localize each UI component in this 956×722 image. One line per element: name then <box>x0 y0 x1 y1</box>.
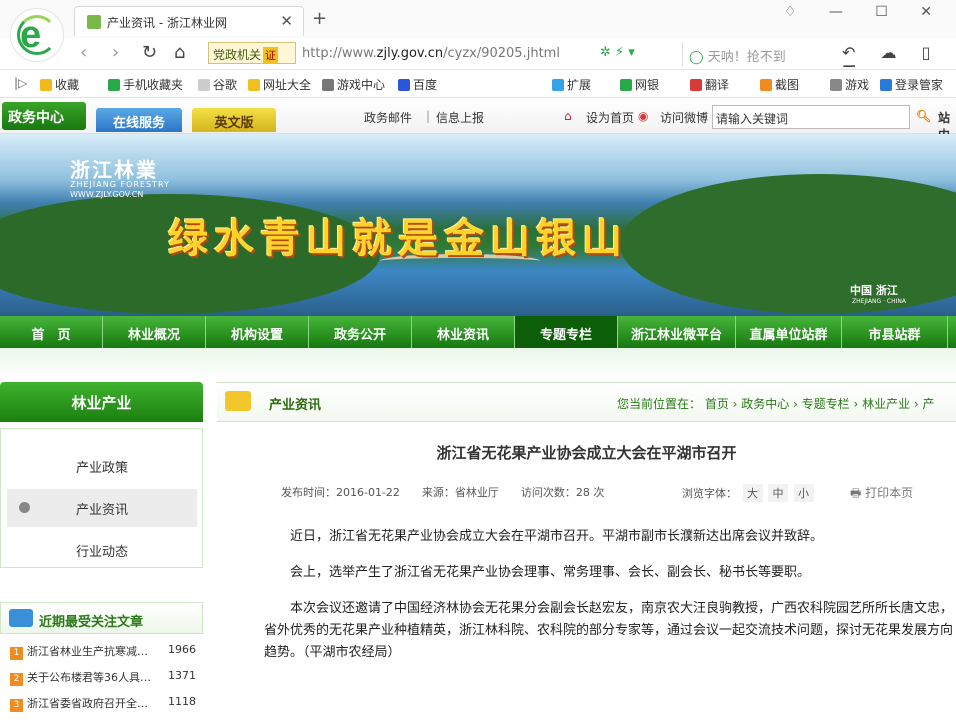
nav-overview[interactable]: 林业概况 <box>103 316 206 348</box>
address-bar: ‹ › ↻ ⌂ 党政机关证 http://www.zjly.gov.cn/cyz… <box>0 38 956 81</box>
english-version-tab[interactable]: 英文版 <box>192 108 276 132</box>
reload-icon[interactable]: ↻ <box>142 42 157 63</box>
sidebar-toggle-icon[interactable]: |▷ <box>14 76 27 90</box>
font-size-controls: 浏览字体： 大 中 小 <box>682 484 814 502</box>
bookmark-6[interactable]: 扩展 <box>552 76 591 93</box>
sidebar-item-news[interactable]: 产业资讯 <box>7 489 197 527</box>
new-tab-button[interactable]: + <box>312 8 327 29</box>
article-title: 浙江省无花果产业协会成立大会在平湖市召开 <box>436 444 737 462</box>
font-large-button[interactable]: 大 <box>742 484 763 502</box>
hot-article[interactable]: 2 关于公布楼君等36人具… 1371 <box>10 669 200 689</box>
hot-article[interactable]: 1 浙江省林业生产抗寒减… 1966 <box>10 643 200 663</box>
gov-mail-link[interactable]: 政务邮件 <box>364 109 412 126</box>
home-icon[interactable]: ⌂ <box>174 42 185 63</box>
nav-home[interactable]: 首 页 <box>0 316 103 348</box>
breadcrumb-bar: 产业资讯 您当前位置在： 首页 › 政务中心 › 专题专栏 › 林业产业 › 产 <box>217 382 956 422</box>
hot-articles-header: 近期最受关注文章 <box>0 602 203 634</box>
site-search-input[interactable]: 请输入关键词 <box>712 105 910 129</box>
bookmark-0[interactable]: 收藏 <box>40 76 79 93</box>
main-nav: 首 页 林业概况 机构设置 政务公开 林业资讯 专题专栏 浙江林业微平台 直属单… <box>0 316 956 348</box>
bookmark-8[interactable]: 翻译 <box>690 76 729 93</box>
bookmark-4[interactable]: 游戏中心 <box>322 76 385 93</box>
bookmark-9[interactable]: 截图 <box>760 76 799 93</box>
tab-title: 产业资讯 - 浙江林业网 <box>107 16 227 30</box>
tab-close-icon[interactable]: ✕ <box>280 12 293 30</box>
browser-tab[interactable]: 产业资讯 - 浙江林业网 ✕ <box>74 6 304 36</box>
weibo-icon: ◉ <box>638 109 649 123</box>
home-icon: ⌂ <box>564 109 572 123</box>
browser-search-input[interactable]: ◯ 天呐！抢不到 <box>682 42 826 66</box>
site-logo-en: ZHEJIANG FORESTRY <box>70 180 170 189</box>
bookmark-7[interactable]: 网银 <box>620 76 659 93</box>
gov-center-tab[interactable]: 政务中心 <box>2 102 86 130</box>
nav-news[interactable]: 林业资讯 <box>412 316 515 348</box>
nav-gov-open[interactable]: 政务公开 <box>309 316 412 348</box>
site-banner: 浙江林業 ZHEJIANG FORESTRY WWW.ZJLY.GOV.CN 绿… <box>0 134 956 316</box>
sidebar-menu: 产业政策 产业资讯 行业动态 <box>0 428 203 568</box>
browser-logo-icon[interactable]: e <box>10 8 64 62</box>
bookmark-5[interactable]: 百度 <box>398 76 437 93</box>
china-zhejiang-en: ZHEJIANG · CHINA <box>852 298 906 305</box>
info-report-link[interactable]: 信息上报 <box>436 109 484 126</box>
sidebar-item-policy[interactable]: 产业政策 <box>7 447 197 485</box>
nav-topics[interactable]: 专题专栏 <box>515 316 618 348</box>
book-icon <box>9 609 33 627</box>
section-title: 产业资讯 <box>269 398 322 413</box>
nav-direct-units[interactable]: 直属单位站群 <box>736 316 842 348</box>
webpage: 政务中心 在线服务 英文版 政务邮件 | 信息上报 ⌂ 设为首页 ◉ 访问微博 … <box>0 98 956 722</box>
search-icon[interactable]: 🔍︎ <box>916 109 931 123</box>
gov-cert-badge[interactable]: 党政机关证 <box>208 42 296 64</box>
set-home-link[interactable]: 设为首页 <box>586 109 634 126</box>
nav-organization[interactable]: 机构设置 <box>206 316 309 348</box>
hot-article[interactable]: 3 浙江省委省政府召开全… 1118 <box>10 695 200 715</box>
browser-tab-bar: e 产业资讯 - 浙江林业网 ✕ + ♢ — ☐ ✕ <box>0 0 956 62</box>
divider: | <box>426 109 431 123</box>
print-button[interactable]: 🖶 打印本页 <box>850 484 913 505</box>
weibo-link[interactable]: 访问微博 <box>660 109 708 126</box>
site-top-nav: 政务中心 在线服务 英文版 政务邮件 | 信息上报 ⌂ 设为首页 ◉ 访问微博 … <box>0 98 956 142</box>
china-zhejiang-logo: 中国 浙江 <box>850 284 898 297</box>
bookmark-2[interactable]: 谷歌 <box>198 76 237 93</box>
nav-city-sites[interactable]: 市县站群 <box>842 316 948 348</box>
bookmark-10[interactable]: 游戏 <box>830 76 869 93</box>
font-small-button[interactable]: 小 <box>793 484 814 502</box>
online-service-tab[interactable]: 在线服务 <box>96 108 182 132</box>
tab-favicon-icon <box>87 15 101 29</box>
section-star-icon <box>225 391 251 411</box>
bookmark-11[interactable]: 登录管家 <box>880 76 943 93</box>
article-paragraph: 近日，浙江省无花果产业协会成立大会在平湖市召开。平湖市副市长濮新达出席会议并致辞… <box>290 529 824 544</box>
article-paragraph: 本次会议还邀请了中国经济林协会无花果分会副会长赵宏友，南京农大汪良驹教授，广西农… <box>264 601 954 660</box>
bookmarks-bar: |▷ 收藏 手机收藏夹 谷歌 网址大全 游戏中心 百度 扩展 网银 翻译 截图 … <box>0 70 956 98</box>
speed-mode-icon[interactable]: ✲ ⚡ ▾ <box>600 45 635 60</box>
bookmark-3[interactable]: 网址大全 <box>248 76 311 93</box>
nav-micro-platform[interactable]: 浙江林业微平台 <box>618 316 736 348</box>
banner-slogan: 绿水青山就是金山银山 <box>168 216 628 262</box>
sidebar-title: 林业产业 <box>0 382 203 422</box>
sub-nav-bar <box>0 348 956 378</box>
breadcrumb[interactable]: 您当前位置在： 首页 › 政务中心 › 专题专栏 › 林业产业 › 产 <box>617 395 935 412</box>
site-logo[interactable]: 浙江林業 <box>70 154 158 183</box>
url-field[interactable]: http://www.zjly.gov.cn/cyzx/90205.jhtml <box>302 46 560 61</box>
bullet-icon <box>19 502 30 513</box>
article-paragraph: 会上，选举产生了浙江省无花果产业协会理事、常务理事、会长、副会长、秘书长等要职。 <box>290 565 811 580</box>
bookmark-1[interactable]: 手机收藏夹 <box>108 76 183 93</box>
back-icon[interactable]: ‹ <box>80 42 87 63</box>
sidebar-item-trends[interactable]: 行业动态 <box>7 531 197 569</box>
window-controls[interactable]: ♢ — ☐ ✕ <box>784 4 946 20</box>
site-logo-url: WWW.ZJLY.GOV.CN <box>70 190 144 199</box>
font-medium-button[interactable]: 中 <box>768 484 788 502</box>
article-meta: 发布时间：2016-01-22 来源：省林业厅 访问次数：28 次 <box>281 486 605 499</box>
forward-icon[interactable]: › <box>112 42 119 63</box>
